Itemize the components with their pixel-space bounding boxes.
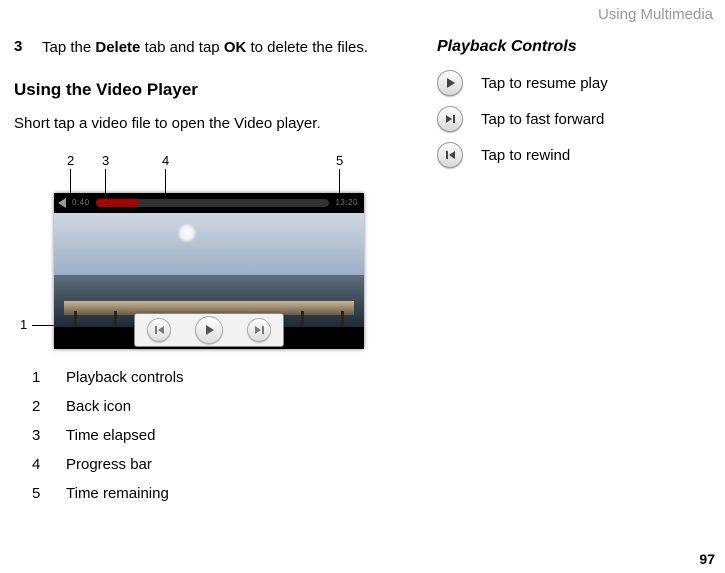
video-player: 0:40 13:20 — [54, 193, 364, 349]
step-text: Tap the Delete tab and tap OK to delete … — [42, 38, 368, 58]
player-topbar: 0:40 13:20 — [54, 193, 364, 213]
legend-num: 3 — [32, 427, 42, 444]
legend-table: 1 Playback controls 2 Back icon 3 Time elap… — [32, 369, 399, 502]
legend-label: Progress bar — [66, 456, 152, 473]
callout-4: 4 — [162, 153, 169, 168]
playback-controls-panel — [134, 313, 284, 347]
section-header: Using Multimedia — [598, 6, 713, 23]
callout-5: 5 — [336, 153, 343, 168]
video-player-diagram: 2 3 4 5 1 0:40 13:20 — [54, 159, 384, 349]
callout-3: 3 — [102, 153, 109, 168]
rewind-button[interactable] — [147, 318, 171, 342]
text: Tap the — [42, 39, 95, 56]
progress-bar[interactable] — [96, 199, 330, 207]
legend-num: 5 — [32, 485, 42, 502]
legend-row: 3 Time elapsed — [32, 427, 399, 444]
pc-row-play: Tap to resume play — [437, 70, 711, 96]
heading-video-player: Using the Video Player — [14, 80, 399, 100]
pc-label: Tap to fast forward — [481, 111, 604, 128]
text: tab and tap — [140, 39, 223, 56]
fast-forward-button[interactable] — [247, 318, 271, 342]
play-icon — [206, 325, 214, 335]
intro-text: Short tap a video file to open the Video… — [14, 114, 399, 134]
callout-2: 2 — [67, 153, 74, 168]
legend-num: 4 — [32, 456, 42, 473]
progress-fill — [96, 199, 138, 207]
time-elapsed: 0:40 — [72, 198, 90, 207]
pc-label: Tap to rewind — [481, 147, 570, 164]
callout-1: 1 — [20, 317, 27, 332]
pc-row-ff: Tap to fast forward — [437, 106, 711, 132]
delete-label: Delete — [95, 39, 140, 56]
legend-row: 5 Time remaining — [32, 485, 399, 502]
play-button[interactable] — [195, 316, 223, 344]
legend-row: 1 Playback controls — [32, 369, 399, 386]
fast-forward-icon — [437, 106, 463, 132]
step-3: 3 Tap the Delete tab and tap OK to delet… — [14, 38, 399, 58]
video-frame — [54, 213, 364, 327]
legend-label: Time remaining — [66, 485, 169, 502]
rewind-icon — [437, 142, 463, 168]
legend-num: 1 — [32, 369, 42, 386]
legend-row: 2 Back icon — [32, 398, 399, 415]
pc-row-rw: Tap to rewind — [437, 142, 711, 168]
time-remaining: 13:20 — [335, 198, 358, 207]
ok-label: OK — [224, 39, 247, 56]
legend-label: Playback controls — [66, 369, 184, 386]
playback-controls-list: Tap to resume play Tap to fast forward T… — [437, 70, 711, 168]
legend-row: 4 Progress bar — [32, 456, 399, 473]
legend-num: 2 — [32, 398, 42, 415]
rewind-icon — [155, 326, 164, 334]
legend-label: Back icon — [66, 398, 131, 415]
back-icon[interactable] — [58, 198, 66, 208]
text: to delete the files. — [246, 39, 368, 56]
fast-forward-icon — [255, 326, 264, 334]
play-icon — [437, 70, 463, 96]
heading-playback-controls: Playback Controls — [437, 38, 711, 56]
legend-label: Time elapsed — [66, 427, 156, 444]
step-number: 3 — [14, 38, 30, 58]
pc-label: Tap to resume play — [481, 75, 608, 92]
page-number: 97 — [699, 551, 715, 567]
